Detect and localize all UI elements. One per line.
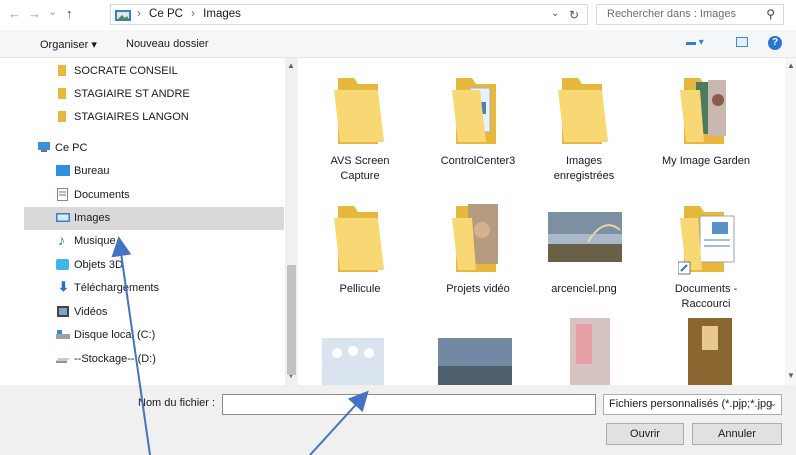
annotation-arrow-filename — [309, 390, 369, 455]
annotation-arrows — [111, 236, 369, 455]
annotation-arrow-musique — [111, 236, 151, 455]
